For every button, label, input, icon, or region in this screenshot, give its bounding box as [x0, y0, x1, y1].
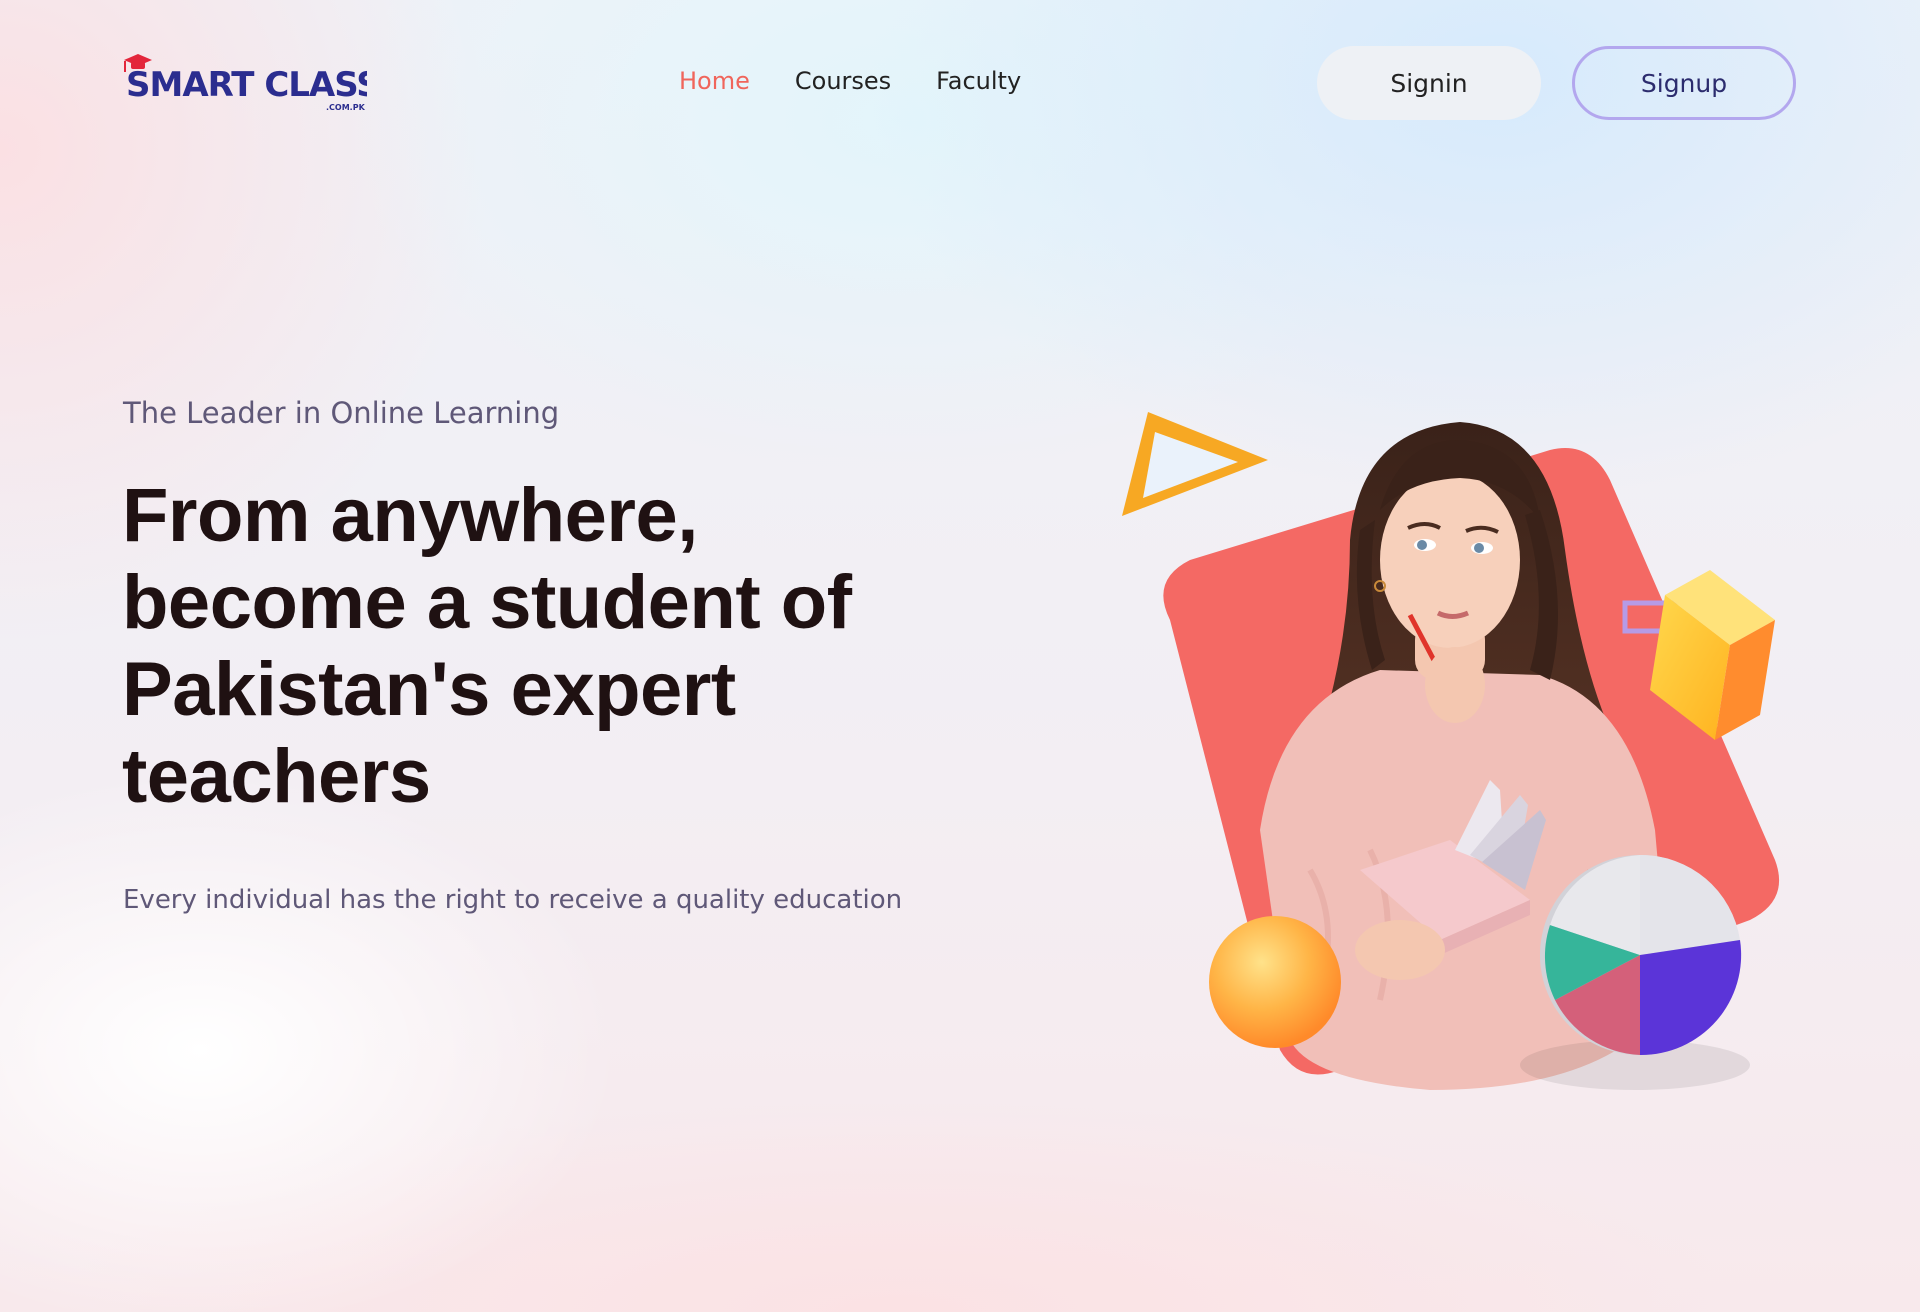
signup-button[interactable]: Signup: [1572, 46, 1796, 120]
signin-button[interactable]: Signin: [1317, 46, 1541, 120]
nav-courses[interactable]: Courses: [795, 67, 891, 95]
sphere-shape: [1209, 916, 1341, 1048]
headline-line: become a student of: [122, 560, 852, 645]
hero-eyebrow: The Leader in Online Learning: [123, 396, 560, 430]
hero-headline: From anywhere, become a student of Pakis…: [122, 472, 882, 820]
logo-text: SMART CLASS: [126, 65, 367, 105]
person-face: [1380, 472, 1520, 648]
nav-home[interactable]: Home: [679, 67, 750, 95]
smart-class-logo[interactable]: SMART CLASS .COM.PK: [122, 52, 367, 114]
triangle-shape: [1122, 412, 1268, 516]
nav-faculty[interactable]: Faculty: [936, 67, 1021, 95]
main-nav: Home Courses Faculty: [679, 67, 1021, 95]
hero-illustration: [1122, 412, 1780, 1090]
headline-line: teachers: [122, 734, 431, 819]
logo-domain: .COM.PK: [326, 103, 366, 112]
hero-subtext: Every individual has the right to receiv…: [123, 885, 903, 915]
headline-line: Pakistan's expert: [122, 647, 736, 732]
headline-line: From anywhere,: [122, 473, 698, 558]
